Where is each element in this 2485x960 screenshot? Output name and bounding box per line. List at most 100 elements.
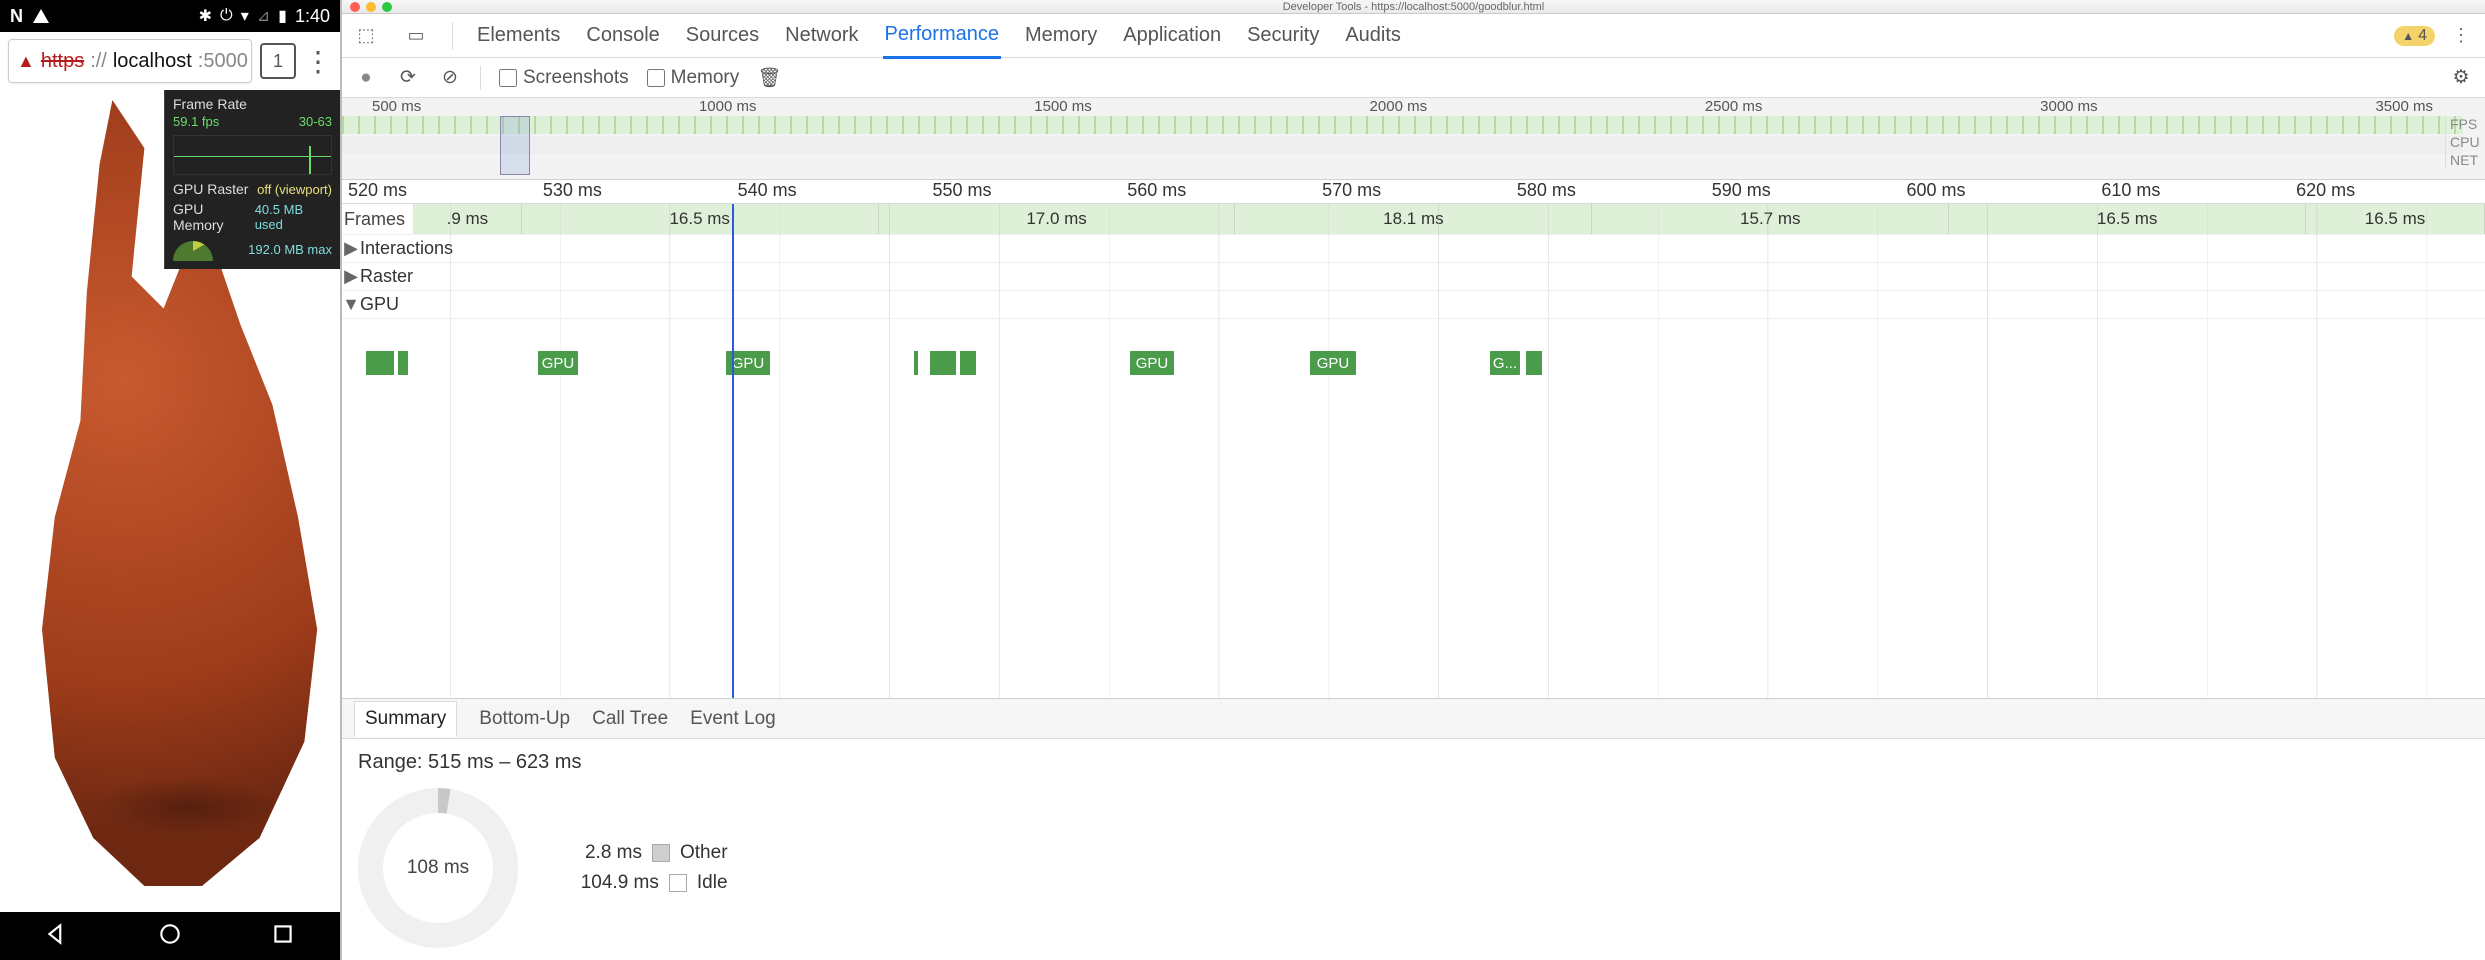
raster-track[interactable]: ▶Raster xyxy=(342,262,2485,290)
gc-button[interactable]: 🗑 xyxy=(757,66,781,90)
gpu-track[interactable]: ▼GPU xyxy=(342,290,2485,318)
tab-count-button[interactable]: 1 xyxy=(260,43,296,79)
tab-performance[interactable]: Performance xyxy=(883,13,1002,59)
tab-audits[interactable]: Audits xyxy=(1343,14,1403,57)
playhead[interactable] xyxy=(732,204,734,698)
gpu-activity-block[interactable] xyxy=(1526,351,1542,375)
gpu-mem-pie xyxy=(173,241,213,261)
ruler-tick: 560 ms xyxy=(1121,180,1316,203)
ruler-tick: 520 ms xyxy=(342,180,537,203)
window-titlebar: Developer Tools - https://localhost:5000… xyxy=(342,0,2485,14)
legend-label: Other xyxy=(680,842,728,864)
bluetooth-icon: ✱ xyxy=(199,6,212,26)
gpu-activity-block[interactable] xyxy=(960,351,976,375)
legend-swatch xyxy=(652,844,670,862)
gpu-lane: GPUGPUGPUGPUG... xyxy=(342,318,2485,388)
settings-icon[interactable]: ⚙ xyxy=(2449,66,2473,89)
tab-sources[interactable]: Sources xyxy=(684,14,761,57)
legend-swatch xyxy=(669,874,687,892)
frame-cell[interactable]: 16.5 ms xyxy=(2306,204,2485,234)
tick: 2000 ms xyxy=(1370,98,1428,114)
tick: 500 ms xyxy=(372,98,421,114)
track-label: Raster xyxy=(360,266,413,287)
url-port: :5000 xyxy=(198,50,248,73)
phone-device: N ✱ ⏻ ▾ ⊿ ▮ 1:40 ▲ https://localhost:500… xyxy=(0,0,340,960)
tab-security[interactable]: Security xyxy=(1245,14,1321,57)
clear-button[interactable]: ⊘ xyxy=(438,66,462,89)
gpu-activity-block[interactable] xyxy=(930,351,956,375)
screenshots-label: Screenshots xyxy=(523,67,629,89)
frame-cell[interactable]: 18.1 ms xyxy=(1235,204,1592,234)
gpu-raster-value: off (viewport) xyxy=(257,182,332,197)
track-label: Interactions xyxy=(360,238,453,259)
warnings-badge[interactable]: 4 xyxy=(2394,26,2435,46)
gpu-memory-label: GPU Memory xyxy=(173,201,255,233)
chevron-right-icon[interactable]: ▶ xyxy=(342,266,360,287)
ruler-tick: 550 ms xyxy=(926,180,1121,203)
gpu-activity-block[interactable] xyxy=(914,351,918,375)
tab-summary[interactable]: Summary xyxy=(354,701,457,737)
legend-value: 2.8 ms xyxy=(552,842,642,864)
android-nav-bar xyxy=(0,912,340,960)
summary-donut: 108 ms xyxy=(358,788,518,948)
gpu-activity-block[interactable]: GPU xyxy=(1130,351,1174,375)
separator xyxy=(480,66,481,90)
tab-console[interactable]: Console xyxy=(584,14,661,57)
devtools-tabs: ⬚ ▭ Elements Console Sources Network Per… xyxy=(342,14,2485,58)
window-title: Developer Tools - https://localhost:5000… xyxy=(1283,1,1545,13)
ruler-tick: 580 ms xyxy=(1511,180,1706,203)
page-viewport[interactable]: Frame Rate 59.1 fps 30-63 GPU Raster off… xyxy=(0,90,340,912)
devtools-menu-icon[interactable]: ⋮ xyxy=(2447,25,2475,46)
overview-ticks: 500 ms 1000 ms 1500 ms 2000 ms 2500 ms 3… xyxy=(342,98,2463,114)
url-bar[interactable]: ▲ https://localhost:5000/goodbl xyxy=(8,39,252,83)
tab-elements[interactable]: Elements xyxy=(475,14,562,57)
url-host: localhost xyxy=(113,50,192,73)
interactions-track[interactable]: ▶Interactions xyxy=(342,234,2485,262)
device-toggle-icon[interactable]: ▭ xyxy=(402,25,430,46)
chevron-right-icon[interactable]: ▶ xyxy=(342,238,360,259)
gpu-activity-block[interactable]: GPU xyxy=(1310,351,1356,375)
tab-memory[interactable]: Memory xyxy=(1023,14,1099,57)
gpu-activity-block[interactable]: G... xyxy=(1490,351,1520,375)
donut-total: 108 ms xyxy=(407,857,469,879)
frames-label: Frames xyxy=(342,204,414,234)
frame-cell[interactable]: 17.0 ms xyxy=(879,204,1236,234)
inspect-element-icon[interactable]: ⬚ xyxy=(352,25,380,46)
flame-chart[interactable]: 520 ms 530 ms 540 ms 550 ms 560 ms 570 m… xyxy=(342,180,2485,699)
tab-call-tree[interactable]: Call Tree xyxy=(592,702,668,736)
ruler-tick: 620 ms xyxy=(2290,180,2485,203)
gpu-activity-block[interactable] xyxy=(366,351,394,375)
frame-cell[interactable]: 15.7 ms xyxy=(1592,204,1949,234)
frame-cell[interactable]: .9 ms xyxy=(414,204,522,234)
memory-checkbox[interactable]: Memory xyxy=(647,67,740,89)
record-button[interactable]: ● xyxy=(354,67,378,89)
back-button[interactable] xyxy=(44,921,70,952)
gpu-raster-label: GPU Raster xyxy=(173,181,248,197)
fps-range: 30-63 xyxy=(299,114,332,129)
gpu-activity-block[interactable]: GPU xyxy=(538,351,578,375)
traffic-lights[interactable] xyxy=(350,2,392,12)
overview-selection[interactable] xyxy=(500,116,530,175)
frame-rate-label: Frame Rate xyxy=(173,96,332,112)
tab-network[interactable]: Network xyxy=(783,14,860,57)
frame-cell[interactable]: 16.5 ms xyxy=(522,204,879,234)
menu-button[interactable]: ⋮ xyxy=(304,45,332,78)
screenshots-checkbox[interactable]: Screenshots xyxy=(499,67,629,89)
separator xyxy=(452,22,453,50)
legend-item: 2.8 ms Other xyxy=(552,842,728,864)
tick: 3500 ms xyxy=(2375,98,2433,114)
tab-application[interactable]: Application xyxy=(1121,14,1223,57)
gpu-activity-block[interactable] xyxy=(398,351,408,375)
fps-value: 59.1 fps xyxy=(173,114,219,129)
home-button[interactable] xyxy=(157,921,183,952)
timeline-overview[interactable]: 500 ms 1000 ms 1500 ms 2000 ms 2500 ms 3… xyxy=(342,98,2485,180)
stats-overlay: Frame Rate 59.1 fps 30-63 GPU Raster off… xyxy=(164,90,340,269)
tab-event-log[interactable]: Event Log xyxy=(690,702,776,736)
reload-record-button[interactable]: ⟳ xyxy=(396,66,420,89)
recents-button[interactable] xyxy=(270,921,296,952)
frame-cell[interactable]: 16.5 ms xyxy=(1949,204,2306,234)
chevron-down-icon[interactable]: ▼ xyxy=(342,294,360,315)
frames-track: Frames .9 ms 16.5 ms 17.0 ms 18.1 ms 15.… xyxy=(342,204,2485,234)
tab-bottom-up[interactable]: Bottom-Up xyxy=(479,702,570,736)
overview-tracks xyxy=(342,116,2463,175)
